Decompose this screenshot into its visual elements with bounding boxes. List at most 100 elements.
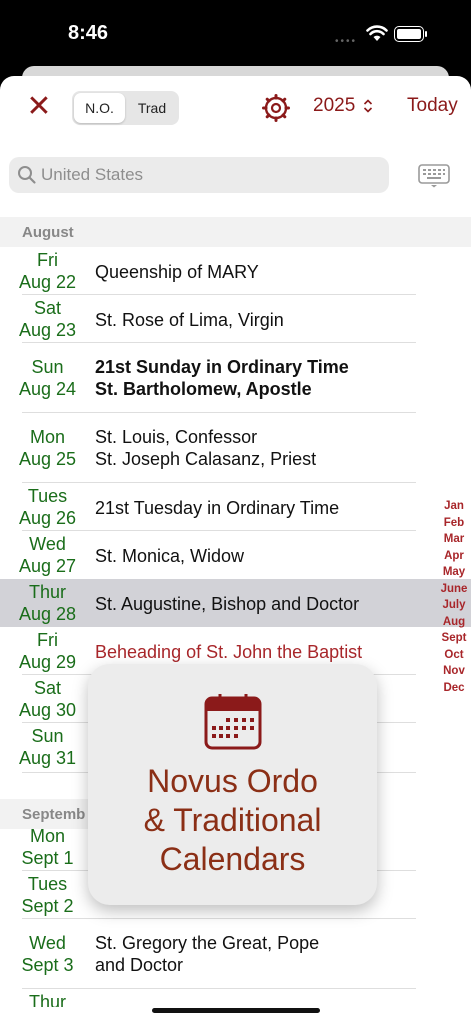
year-picker-button[interactable]: 2025: [313, 95, 373, 117]
index-month[interactable]: June: [436, 583, 471, 600]
row-title: St. Gregory the Great, Pope and Doctor: [95, 932, 319, 976]
row-day-date: Aug 30: [18, 700, 77, 720]
row-date: Tues Sept 2: [0, 873, 95, 917]
row-date: Wed Aug 27: [0, 533, 95, 577]
row-weekday: Sun: [31, 726, 64, 746]
row-title: St. Rose of Lima, Virgin: [95, 310, 284, 330]
signal-dots: ••••: [335, 36, 358, 47]
promo-line: Calendars: [159, 841, 306, 877]
day-row-sept-3[interactable]: Wed Sept 3 St. Gregory the Great, Pope a…: [0, 919, 416, 989]
row-title: St. Louis, Confessor St. Joseph Calasanz…: [95, 426, 316, 470]
day-row-aug-23[interactable]: Sat Aug 23 St. Rose of Lima, Virgin: [0, 295, 416, 343]
row-title-line: St. Bartholomew, Apostle: [95, 379, 312, 399]
row-day-date: Aug 22: [18, 272, 77, 292]
gear-icon[interactable]: [262, 94, 290, 122]
row-weekday: Sun: [31, 357, 64, 377]
section-header-august: August: [0, 217, 471, 247]
segment-traditional[interactable]: Trad: [127, 93, 177, 123]
close-button[interactable]: ✕: [24, 92, 54, 122]
row-title-line: and Doctor: [95, 955, 184, 975]
row-weekday: Fri: [37, 250, 58, 270]
row-date: Mon Aug 25: [0, 426, 95, 470]
row-day-date: Aug 31: [18, 748, 77, 768]
section-label: August: [22, 224, 74, 241]
row-title-line: St. Gregory the Great, Pope: [95, 933, 320, 953]
day-row-aug-22[interactable]: Fri Aug 22 Queenship of MARY: [0, 247, 416, 295]
row-date: Sat Aug 30: [0, 677, 95, 721]
search-input[interactable]: United States: [9, 157, 389, 193]
day-row-aug-28-selected[interactable]: Thur Aug 28 St. Augustine, Bishop and Do…: [0, 579, 471, 627]
index-month[interactable]: Nov: [436, 665, 471, 682]
day-row-aug-24[interactable]: Sun Aug 24 21st Sunday in Ordinary Time …: [0, 343, 416, 413]
index-month[interactable]: Aug: [436, 616, 471, 633]
row-day-date: Aug 24: [18, 379, 77, 399]
index-month[interactable]: May: [436, 566, 471, 583]
promo-overlay: Novus Ordo & Traditional Calendars: [88, 664, 377, 905]
row-day-date: Aug 23: [18, 320, 77, 340]
row-date: Sat Aug 23: [0, 297, 95, 341]
row-weekday: Thur: [28, 582, 66, 602]
day-row-aug-25[interactable]: Mon Aug 25 St. Louis, Confessor St. Jose…: [0, 413, 416, 483]
row-weekday: Thur: [28, 992, 66, 1007]
row-weekday: Sat: [33, 298, 62, 318]
row-title: St. Monica, Widow: [95, 546, 245, 566]
year-label: 2025: [313, 95, 356, 116]
search-icon: [18, 166, 36, 184]
row-weekday: Mon: [29, 826, 65, 846]
row-weekday: Tues: [27, 486, 68, 506]
row-weekday: Fri: [37, 630, 58, 650]
chevron-updown-icon: [363, 99, 372, 113]
status-time: 8:46: [68, 22, 109, 44]
row-date: Tues Aug 26: [0, 485, 95, 529]
day-row-thur-partial[interactable]: Thur: [0, 989, 416, 1007]
row-day-date: Aug 29: [18, 652, 77, 672]
search-placeholder: United States: [41, 165, 144, 184]
index-month[interactable]: Dec: [436, 682, 471, 699]
row-title: St. Augustine, Bishop and Doctor: [95, 594, 360, 614]
row-date: Thur Aug 28: [0, 581, 95, 625]
row-date: Fri Aug 22: [0, 249, 95, 293]
month-index[interactable]: Jan Feb Mar Apr May June July Aug Sept O…: [436, 500, 471, 698]
row-day-date: Sept 2: [21, 896, 74, 916]
index-month[interactable]: Sept: [436, 632, 471, 649]
calendar-icon: [204, 694, 262, 750]
row-weekday: Wed: [29, 534, 66, 554]
index-month[interactable]: July: [436, 599, 471, 616]
battery-icon: [394, 26, 424, 42]
row-day-date: Aug 25: [18, 449, 77, 469]
row-weekday: Sat: [33, 678, 62, 698]
day-row-aug-27[interactable]: Wed Aug 27 St. Monica, Widow: [0, 531, 416, 579]
promo-text: Novus Ordo & Traditional Calendars: [88, 762, 377, 879]
index-month[interactable]: Apr: [436, 550, 471, 567]
row-title-line: St. Louis, Confessor: [95, 427, 258, 447]
row-day-date: Aug 26: [18, 508, 77, 528]
row-day-date: Aug 28: [18, 604, 77, 624]
toolbar: ✕ N.O. Trad 2025 Today: [0, 76, 471, 140]
wifi-icon: [366, 25, 388, 41]
row-date: Sun Aug 31: [0, 725, 95, 769]
promo-line: & Traditional: [143, 802, 322, 838]
row-weekday: Mon: [29, 427, 65, 447]
row-day-date: Sept 1: [21, 848, 74, 868]
index-month[interactable]: Mar: [436, 533, 471, 550]
today-button[interactable]: Today: [407, 95, 458, 117]
index-month[interactable]: Jan: [436, 500, 471, 517]
index-month[interactable]: Oct: [436, 649, 471, 666]
section-label: Septemb: [22, 806, 86, 823]
row-title: Beheading of St. John the Baptist: [95, 642, 363, 662]
day-row-aug-26[interactable]: Tues Aug 26 21st Tuesday in Ordinary Tim…: [0, 483, 416, 531]
row-title-line: 21st Sunday in Ordinary Time: [95, 357, 349, 377]
calendar-type-segmented-control: N.O. Trad: [72, 91, 179, 125]
keyboard-icon[interactable]: [418, 164, 450, 188]
row-day-date: Aug 27: [18, 556, 77, 576]
home-indicator[interactable]: [152, 1008, 320, 1013]
row-date: Sun Aug 24: [0, 356, 95, 400]
row-title: 21st Sunday in Ordinary Time St. Barthol…: [95, 356, 349, 400]
row-date: Wed Sept 3: [0, 932, 95, 976]
row-weekday: Tues: [27, 874, 68, 894]
row-date: Thur: [0, 991, 95, 1007]
segment-novus-ordo[interactable]: N.O.: [74, 93, 125, 123]
row-day-date: Sept 3: [21, 955, 74, 975]
row-title: 21st Tuesday in Ordinary Time: [95, 498, 340, 518]
index-month[interactable]: Feb: [436, 517, 471, 534]
